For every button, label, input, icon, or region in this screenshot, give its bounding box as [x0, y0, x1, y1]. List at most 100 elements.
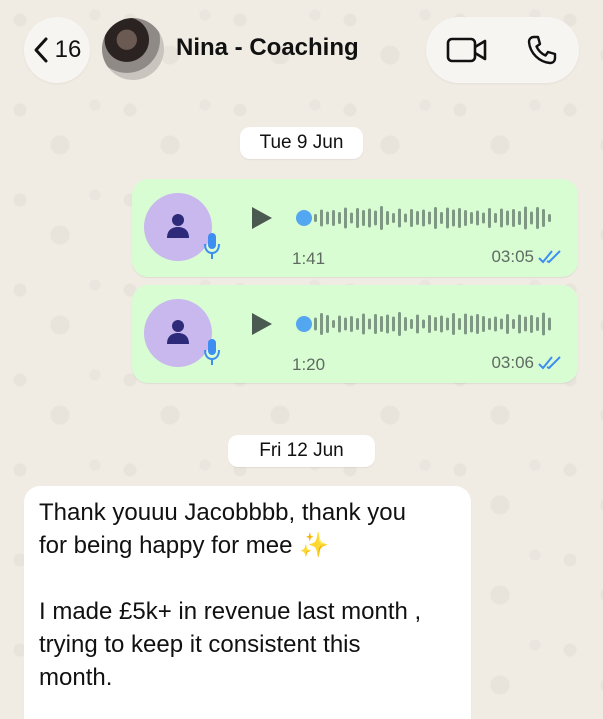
waveform-bar — [458, 318, 461, 330]
voice-message: 1:20 03:06 — [132, 285, 578, 383]
waveform-bar — [446, 317, 449, 331]
waveform-bar — [482, 212, 485, 224]
waveform-bar — [416, 314, 419, 334]
date-separator: Tue 9 Jun — [240, 127, 363, 159]
phone-icon[interactable] — [526, 34, 558, 66]
waveform-bar — [452, 313, 455, 335]
waveform-bar — [518, 211, 521, 225]
waveform-bar — [368, 208, 371, 228]
play-icon[interactable] — [248, 311, 274, 337]
waveform-bar — [374, 314, 377, 334]
message-text: month. — [39, 664, 113, 691]
waveform-bar — [548, 214, 551, 222]
chevron-left-icon — [34, 37, 48, 63]
waveform-bar — [410, 209, 413, 227]
waveform-bar — [350, 316, 353, 332]
waveform-bar — [320, 313, 323, 335]
waveform-bar — [428, 315, 431, 333]
waveform-bar — [422, 319, 425, 329]
waveform-bar — [434, 207, 437, 229]
audio-waveform[interactable] — [296, 309, 558, 339]
message-text: I made £5k+ in revenue last month , — [39, 598, 422, 625]
waveform-bar — [494, 213, 497, 223]
waveform-bar — [386, 314, 389, 334]
video-camera-icon[interactable] — [446, 36, 488, 64]
waveform-bar — [338, 212, 341, 224]
waveform-bar — [392, 316, 395, 332]
waveform-bar — [344, 317, 347, 331]
microphone-icon — [204, 339, 220, 365]
waveform-bar — [434, 317, 437, 331]
waveform-bar — [404, 317, 407, 331]
waveform-bar — [368, 318, 371, 330]
audio-waveform[interactable] — [296, 203, 558, 233]
waveform-bar — [542, 209, 545, 227]
waveform-bar — [356, 208, 359, 228]
call-actions — [426, 17, 579, 83]
chat-header: 16 Nina - Coaching — [0, 0, 603, 100]
waveform-bar — [410, 319, 413, 329]
waveform-bar — [338, 315, 341, 333]
waveform-bar — [464, 313, 467, 335]
waveform-bar — [362, 210, 365, 226]
waveform-bar — [518, 314, 521, 334]
voice-duration: 1:20 — [292, 355, 326, 374]
waveform-bar — [392, 213, 395, 223]
waveform-bar — [440, 315, 443, 333]
waveform-bar — [470, 315, 473, 333]
waveform-bar — [476, 314, 479, 334]
waveform-bar — [536, 207, 539, 229]
waveform-bar — [458, 208, 461, 228]
waveform-bar — [320, 209, 323, 227]
waveform-bar — [464, 210, 467, 226]
waveform-bar — [344, 207, 347, 229]
waveform-bar — [314, 214, 317, 222]
waveform-bar — [380, 206, 383, 230]
play-icon[interactable] — [248, 205, 274, 231]
waveform-bar — [404, 213, 407, 223]
waveform-bar — [524, 206, 527, 230]
waveform-bar — [326, 211, 329, 225]
voice-duration: 1:41 — [292, 249, 326, 268]
waveform-bar — [446, 207, 449, 229]
message-text: trying to keep it consistent this — [39, 631, 361, 658]
double-check-icon — [538, 356, 561, 370]
waveform-bar — [428, 211, 431, 225]
waveform-bar — [494, 316, 497, 332]
back-button[interactable]: 16 — [24, 17, 90, 83]
waveform-bar — [512, 319, 515, 329]
waveform-bar — [530, 315, 533, 333]
waveform-bar — [362, 313, 365, 335]
unread-count: 16 — [54, 36, 82, 63]
waveform-bar — [356, 318, 359, 330]
message-time: 03:06 — [491, 353, 534, 372]
person-icon — [167, 320, 189, 344]
waveform-bar — [440, 212, 443, 224]
waveform-bar — [524, 316, 527, 332]
waveform-bar — [314, 317, 317, 331]
waveform-bar — [548, 317, 551, 331]
double-check-icon — [538, 250, 561, 264]
contact-name[interactable]: Nina - Coaching — [176, 34, 359, 62]
waveform-bar — [332, 210, 335, 226]
waveform-bar — [512, 209, 515, 227]
date-separator: Fri 12 Jun — [228, 435, 375, 467]
microphone-icon — [204, 233, 220, 259]
waveform-bar — [452, 209, 455, 227]
waveform-bar — [488, 318, 491, 330]
message-text: for being happy for mee ✨ — [39, 532, 330, 559]
contact-avatar[interactable] — [102, 18, 164, 80]
waveform-bar — [530, 211, 533, 225]
incoming-message[interactable]: Thank youuu Jacobbbb, thank you for bein… — [24, 486, 471, 719]
waveform-bar — [350, 212, 353, 224]
waveform-bar — [398, 312, 401, 336]
waveform-bar — [500, 318, 503, 330]
waveform-bar — [476, 210, 479, 226]
person-icon — [167, 214, 189, 238]
waveform-bar — [380, 316, 383, 332]
waveform-bar — [374, 210, 377, 226]
waveform-bar — [506, 210, 509, 226]
voice-message: 1:41 03:05 — [132, 179, 578, 277]
waveform-bar — [542, 312, 545, 336]
